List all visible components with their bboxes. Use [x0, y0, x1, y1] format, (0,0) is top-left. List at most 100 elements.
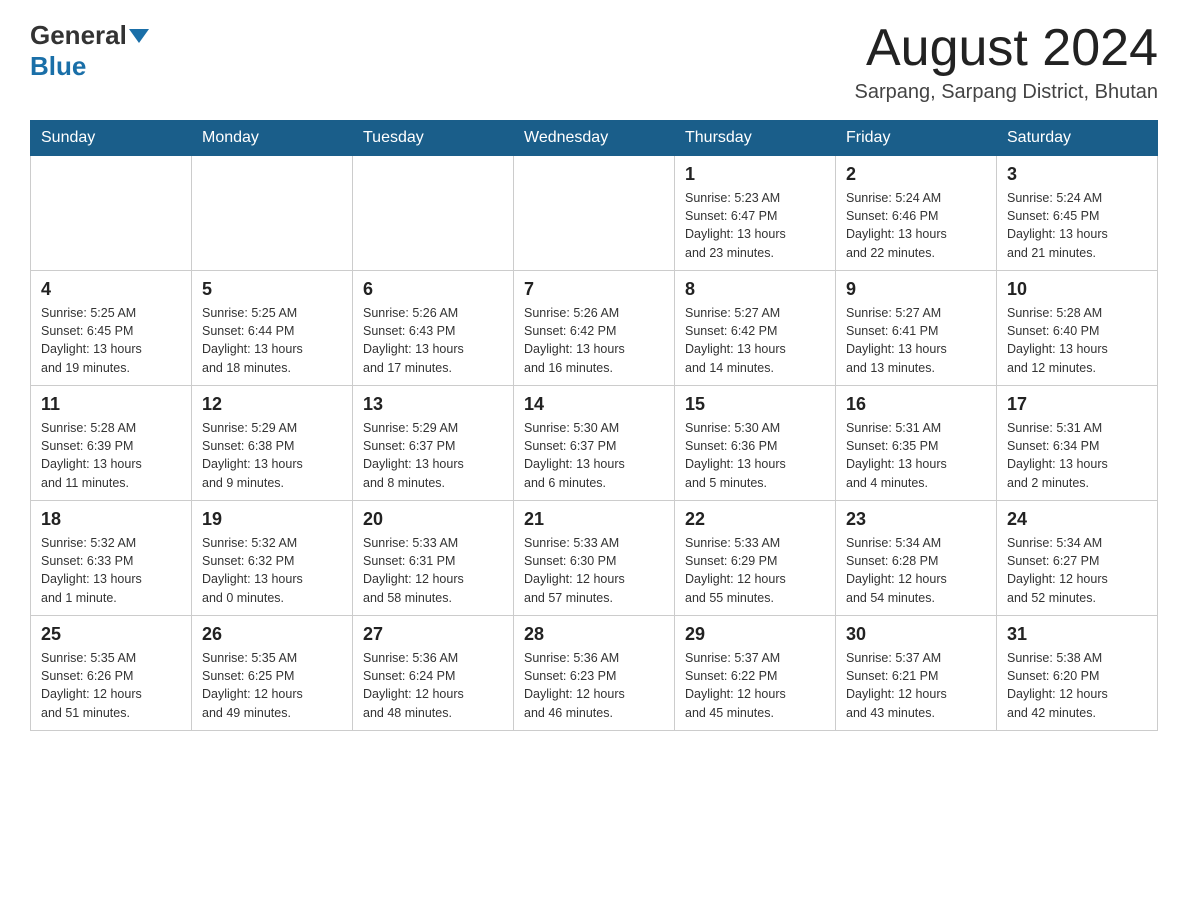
day-number: 2: [846, 164, 986, 185]
day-info: Sunrise: 5:38 AMSunset: 6:20 PMDaylight:…: [1007, 649, 1147, 722]
day-info: Sunrise: 5:29 AMSunset: 6:38 PMDaylight:…: [202, 419, 342, 492]
day-number: 5: [202, 279, 342, 300]
calendar-cell: 16 Sunrise: 5:31 AMSunset: 6:35 PMDayligh…: [836, 386, 997, 501]
day-number: 25: [41, 624, 181, 645]
day-number: 10: [1007, 279, 1147, 300]
calendar-cell: 6Sunrise: 5:26 AMSunset: 6:43 PMDaylight…: [353, 271, 514, 386]
day-info: Sunrise: 5:36 AMSunset: 6:23 PMDaylight:…: [524, 649, 664, 722]
weekday-header-thursday: Thursday: [675, 121, 836, 156]
calendar-cell: [192, 156, 353, 271]
calendar-cell: 1Sunrise: 5:23 AMSunset: 6:47 PMDaylight…: [675, 156, 836, 271]
calendar-cell: 12 Sunrise: 5:29 AMSunset: 6:38 PMDayligh…: [192, 386, 353, 501]
logo: General Blue: [30, 20, 151, 82]
calendar-cell: 7Sunrise: 5:26 AMSunset: 6:42 PMDaylight…: [514, 271, 675, 386]
calendar-cell: 19Sunrise: 5:32 AMSunset: 6:32 PMDayligh…: [192, 501, 353, 616]
day-info: Sunrise: 5:35 AMSunset: 6:25 PMDaylight:…: [202, 649, 342, 722]
day-number: 16: [846, 394, 986, 415]
day-number: 11: [41, 394, 181, 415]
day-number: 14: [524, 394, 664, 415]
calendar-cell: 18Sunrise: 5:32 AMSunset: 6:33 PMDayligh…: [31, 501, 192, 616]
day-number: 15: [685, 394, 825, 415]
day-number: 27: [363, 624, 503, 645]
calendar-cell: 8 Sunrise: 5:27 AMSunset: 6:42 PMDaylight…: [675, 271, 836, 386]
day-number: 9: [846, 279, 986, 300]
day-number: 3: [1007, 164, 1147, 185]
calendar-cell: 28 Sunrise: 5:36 AMSunset: 6:23 PMDayligh…: [514, 616, 675, 731]
day-info: Sunrise: 5:30 AMSunset: 6:37 PMDaylight:…: [524, 419, 664, 492]
day-number: 13: [363, 394, 503, 415]
weekday-header-friday: Friday: [836, 121, 997, 156]
day-info: Sunrise: 5:30 AMSunset: 6:36 PMDaylight:…: [685, 419, 825, 492]
day-info: Sunrise: 5:37 AMSunset: 6:21 PMDaylight:…: [846, 649, 986, 722]
day-number: 23: [846, 509, 986, 530]
calendar-week-row: 25 Sunrise: 5:35 AMSunset: 6:26 PMDayligh…: [31, 616, 1158, 731]
location-title: Sarpang, Sarpang District, Bhutan: [854, 81, 1158, 104]
day-number: 24: [1007, 509, 1147, 530]
day-info: Sunrise: 5:37 AMSunset: 6:22 PMDaylight:…: [685, 649, 825, 722]
day-info: Sunrise: 5:26 AMSunset: 6:43 PMDaylight:…: [363, 304, 503, 377]
calendar-cell: 14 Sunrise: 5:30 AMSunset: 6:37 PMDayligh…: [514, 386, 675, 501]
day-info: Sunrise: 5:32 AMSunset: 6:32 PMDaylight:…: [202, 534, 342, 607]
calendar-cell: [31, 156, 192, 271]
day-number: 12: [202, 394, 342, 415]
day-number: 31: [1007, 624, 1147, 645]
logo-arrow-icon: [129, 29, 149, 43]
calendar-cell: 24 Sunrise: 5:34 AMSunset: 6:27 PMDayligh…: [997, 501, 1158, 616]
calendar-cell: 25 Sunrise: 5:35 AMSunset: 6:26 PMDayligh…: [31, 616, 192, 731]
day-number: 21: [524, 509, 664, 530]
day-number: 29: [685, 624, 825, 645]
day-number: 18: [41, 509, 181, 530]
calendar-cell: 3 Sunrise: 5:24 AMSunset: 6:45 PMDaylight…: [997, 156, 1158, 271]
day-info: Sunrise: 5:33 AMSunset: 6:29 PMDaylight:…: [685, 534, 825, 607]
day-info: Sunrise: 5:24 AMSunset: 6:46 PMDaylight:…: [846, 189, 986, 262]
calendar-cell: 17Sunrise: 5:31 AMSunset: 6:34 PMDayligh…: [997, 386, 1158, 501]
calendar-cell: 31 Sunrise: 5:38 AMSunset: 6:20 PMDayligh…: [997, 616, 1158, 731]
day-info: Sunrise: 5:33 AMSunset: 6:30 PMDaylight:…: [524, 534, 664, 607]
weekday-header-wednesday: Wednesday: [514, 121, 675, 156]
day-number: 7: [524, 279, 664, 300]
calendar-cell: 22 Sunrise: 5:33 AMSunset: 6:29 PMDayligh…: [675, 501, 836, 616]
day-info: Sunrise: 5:34 AMSunset: 6:27 PMDaylight:…: [1007, 534, 1147, 607]
day-number: 8: [685, 279, 825, 300]
day-number: 4: [41, 279, 181, 300]
calendar-week-row: 18Sunrise: 5:32 AMSunset: 6:33 PMDayligh…: [31, 501, 1158, 616]
calendar-week-row: 4 Sunrise: 5:25 AMSunset: 6:45 PMDaylight…: [31, 271, 1158, 386]
day-number: 1: [685, 164, 825, 185]
calendar-week-row: 11 Sunrise: 5:28 AMSunset: 6:39 PMDayligh…: [31, 386, 1158, 501]
month-title: August 2024: [854, 20, 1158, 77]
calendar-table: SundayMondayTuesdayWednesdayThursdayFrid…: [30, 120, 1158, 731]
day-info: Sunrise: 5:27 AMSunset: 6:42 PMDaylight:…: [685, 304, 825, 377]
calendar-cell: 13Sunrise: 5:29 AMSunset: 6:37 PMDayligh…: [353, 386, 514, 501]
calendar-cell: 2 Sunrise: 5:24 AMSunset: 6:46 PMDaylight…: [836, 156, 997, 271]
day-info: Sunrise: 5:25 AMSunset: 6:45 PMDaylight:…: [41, 304, 181, 377]
day-info: Sunrise: 5:27 AMSunset: 6:41 PMDaylight:…: [846, 304, 986, 377]
day-info: Sunrise: 5:33 AMSunset: 6:31 PMDaylight:…: [363, 534, 503, 607]
logo-general-text: General: [30, 20, 127, 51]
calendar-cell: 9 Sunrise: 5:27 AMSunset: 6:41 PMDaylight…: [836, 271, 997, 386]
page-header: General Blue August 2024 Sarpang, Sarpan…: [30, 20, 1158, 104]
weekday-header-saturday: Saturday: [997, 121, 1158, 156]
day-number: 20: [363, 509, 503, 530]
day-info: Sunrise: 5:25 AMSunset: 6:44 PMDaylight:…: [202, 304, 342, 377]
day-info: Sunrise: 5:31 AMSunset: 6:35 PMDaylight:…: [846, 419, 986, 492]
day-number: 26: [202, 624, 342, 645]
calendar-cell: 26 Sunrise: 5:35 AMSunset: 6:25 PMDayligh…: [192, 616, 353, 731]
calendar-cell: 23Sunrise: 5:34 AMSunset: 6:28 PMDayligh…: [836, 501, 997, 616]
day-number: 30: [846, 624, 986, 645]
day-number: 22: [685, 509, 825, 530]
calendar-cell: 10 Sunrise: 5:28 AMSunset: 6:40 PMDayligh…: [997, 271, 1158, 386]
day-info: Sunrise: 5:36 AMSunset: 6:24 PMDaylight:…: [363, 649, 503, 722]
calendar-cell: 21 Sunrise: 5:33 AMSunset: 6:30 PMDayligh…: [514, 501, 675, 616]
logo-blue-text: Blue: [30, 51, 86, 82]
day-info: Sunrise: 5:35 AMSunset: 6:26 PMDaylight:…: [41, 649, 181, 722]
title-section: August 2024 Sarpang, Sarpang District, B…: [854, 20, 1158, 104]
day-info: Sunrise: 5:24 AMSunset: 6:45 PMDaylight:…: [1007, 189, 1147, 262]
calendar-cell: [353, 156, 514, 271]
day-info: Sunrise: 5:28 AMSunset: 6:40 PMDaylight:…: [1007, 304, 1147, 377]
calendar-cell: 11 Sunrise: 5:28 AMSunset: 6:39 PMDayligh…: [31, 386, 192, 501]
calendar-cell: 4 Sunrise: 5:25 AMSunset: 6:45 PMDaylight…: [31, 271, 192, 386]
calendar-cell: 15 Sunrise: 5:30 AMSunset: 6:36 PMDayligh…: [675, 386, 836, 501]
day-number: 28: [524, 624, 664, 645]
day-info: Sunrise: 5:28 AMSunset: 6:39 PMDaylight:…: [41, 419, 181, 492]
day-info: Sunrise: 5:31 AMSunset: 6:34 PMDaylight:…: [1007, 419, 1147, 492]
